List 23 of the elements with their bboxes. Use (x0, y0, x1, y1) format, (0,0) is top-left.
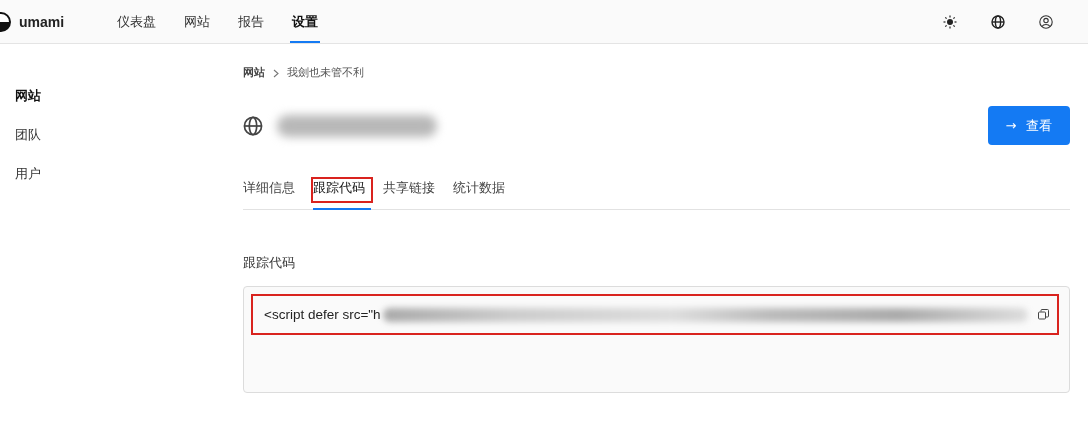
app-name: umami (19, 13, 65, 30)
sun-icon[interactable] (943, 14, 957, 29)
sidebar-item[interactable]: 用户 (15, 166, 243, 183)
tab[interactable]: 跟踪代码 (313, 176, 371, 210)
user-icon[interactable] (1039, 14, 1053, 29)
sidebar-item[interactable]: 网站 (15, 88, 243, 105)
tab[interactable]: 共享链接 (383, 176, 441, 210)
code-text: <script defer src="h (264, 307, 381, 322)
nav-link[interactable]: 仪表盘 (115, 0, 158, 43)
globe-icon (243, 115, 263, 136)
nav-link[interactable]: 报告 (236, 0, 266, 43)
nav-link[interactable]: 设置 (290, 0, 320, 43)
breadcrumb-link[interactable]: 网站 (243, 66, 265, 80)
current-page-name: 我劍也未管不利 (287, 66, 364, 80)
globe-icon[interactable] (991, 14, 1005, 29)
nav-link[interactable]: 网站 (182, 0, 212, 43)
chevron-icon (273, 68, 279, 78)
copy-icon[interactable] (1038, 309, 1049, 320)
tab[interactable]: 统计数据 (453, 176, 511, 210)
section-label: 跟踪代码 (243, 255, 296, 272)
view-button[interactable]: → 查看 (988, 106, 1070, 145)
sidebar-item[interactable]: 团队 (15, 127, 243, 144)
tab[interactable]: 详细信息 (243, 176, 301, 210)
